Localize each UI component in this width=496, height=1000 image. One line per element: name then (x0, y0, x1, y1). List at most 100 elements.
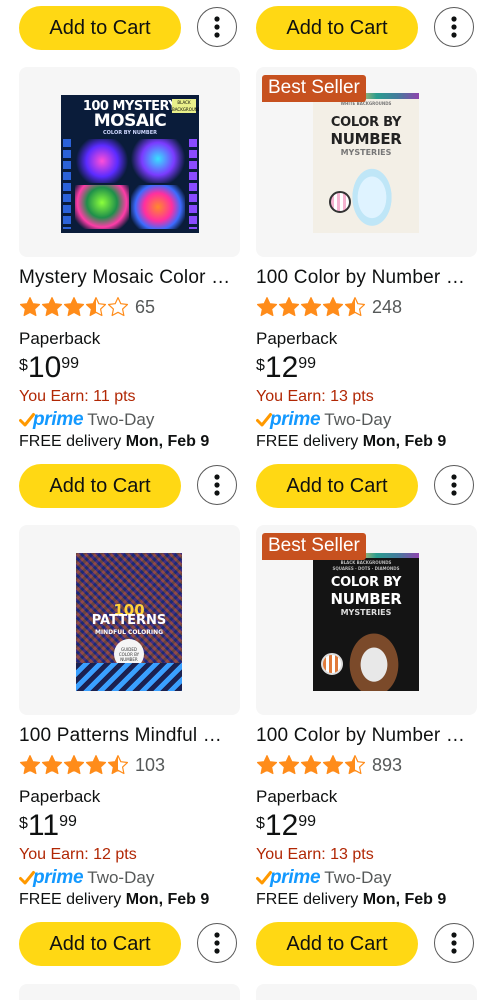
add-to-cart-button[interactable]: Add to Cart (256, 922, 418, 966)
product-title[interactable]: 100 Color by Number … (256, 267, 477, 289)
book-cover-image[interactable]: BLACK BACKGROUNDS SQUARES · DOTS · DIAMON… (313, 553, 419, 691)
star-icon (107, 297, 129, 317)
star-icon (63, 755, 85, 775)
more-options-button[interactable] (434, 923, 474, 963)
star-icon (107, 755, 129, 775)
star-icon (278, 297, 300, 317)
prime-badge: prime Two-Day (19, 867, 154, 889)
next-product-image-left[interactable] (19, 984, 240, 1000)
more-options-button[interactable] (434, 7, 474, 47)
delivery-info: FREE delivery Mon, Feb 9 (19, 433, 209, 451)
star-icon (19, 297, 41, 317)
price-whole: 10 (27, 351, 62, 384)
star-icon (300, 297, 322, 317)
next-product-image-right[interactable] (256, 984, 477, 1000)
product-title[interactable]: 100 Color by Number … (256, 725, 477, 747)
product-price: $12 99 (256, 351, 316, 387)
prime-label: prime (270, 867, 321, 888)
more-options-button[interactable] (434, 465, 474, 505)
price-fraction: 99 (59, 813, 77, 830)
prime-label: prime (33, 867, 84, 888)
price-whole: 12 (264, 351, 299, 384)
star-icon (41, 755, 63, 775)
star-icon (344, 755, 366, 775)
star-icon (85, 755, 107, 775)
star-icon (19, 755, 41, 775)
star-rating[interactable]: 65 (19, 295, 155, 319)
product-actions: Add to Cart (0, 464, 496, 510)
prime-label: prime (270, 409, 321, 430)
product-price: $12 99 (256, 809, 316, 845)
delivery-prefix: FREE delivery (19, 433, 122, 450)
delivery-prefix: FREE delivery (19, 891, 122, 908)
product-price: $11 99 (19, 809, 77, 845)
product-image-container[interactable]: 100 MYSTERY MOSAIC COLOR BY NUMBER BLACK BA… (19, 67, 240, 257)
rating-count[interactable]: 893 (372, 755, 402, 776)
star-icon (322, 297, 344, 317)
star-icon (63, 297, 85, 317)
star-icon (256, 755, 278, 775)
product-image-container[interactable]: Best Seller WHITE BACKGROUNDS COLOR BY NUMB… (256, 67, 477, 257)
product-title[interactable]: Mystery Mosaic Color … (19, 267, 240, 289)
star-rating[interactable]: 893 (256, 753, 402, 777)
price-whole: 11 (27, 809, 60, 842)
rating-count[interactable]: 248 (372, 297, 402, 318)
rating-count[interactable]: 65 (135, 297, 155, 318)
product-title[interactable]: 100 Patterns Mindful … (19, 725, 240, 747)
product-format: Paperback (19, 329, 101, 348)
price-fraction: 99 (298, 813, 317, 830)
delivery-info: FREE delivery Mon, Feb 9 (256, 433, 446, 451)
shipping-speed: Two-Day (324, 868, 392, 887)
product-format: Paperback (256, 329, 338, 348)
price-fraction: 99 (298, 355, 317, 372)
product-price: $10 99 (19, 351, 79, 387)
delivery-date: Mon, Feb 9 (125, 891, 210, 908)
vertical-ellipsis-icon (451, 474, 457, 496)
product-actions: Add to Cart (0, 922, 496, 968)
prime-badge: prime Two-Day (256, 867, 391, 889)
book-cover-image[interactable]: 100 PATTERNS MINDFUL COLORING GUIDED COLOR … (76, 553, 182, 691)
earn-points-text: You Earn: 13 pts (256, 388, 374, 405)
earn-points-text: You Earn: 13 pts (256, 846, 374, 863)
delivery-date: Mon, Feb 9 (362, 433, 447, 450)
star-icon (85, 297, 107, 317)
book-cover-image[interactable]: WHITE BACKGROUNDS COLOR BY NUMBER MYSTERIES (313, 93, 419, 233)
vertical-ellipsis-icon (451, 16, 457, 38)
shipping-speed: Two-Day (324, 410, 392, 429)
product-format: Paperback (19, 787, 101, 806)
star-rating[interactable]: 248 (256, 295, 402, 319)
earn-points-text: You Earn: 12 pts (19, 846, 137, 863)
star-rating[interactable]: 103 (19, 753, 165, 777)
vertical-ellipsis-icon (451, 932, 457, 954)
delivery-prefix: FREE delivery (256, 891, 359, 908)
delivery-info: FREE delivery Mon, Feb 9 (256, 891, 446, 909)
delivery-prefix: FREE delivery (256, 433, 359, 450)
shipping-speed: Two-Day (87, 410, 155, 429)
product-format: Paperback (256, 787, 338, 806)
prime-badge: prime Two-Day (256, 409, 391, 431)
product-image-container[interactable]: 100 PATTERNS MINDFUL COLORING GUIDED COLOR … (19, 525, 240, 715)
add-to-cart-button[interactable]: Add to Cart (256, 6, 418, 50)
price-symbol: $ (19, 357, 28, 374)
product-image-container[interactable]: Best Seller BLACK BACKGROUNDS SQUARES · DO… (256, 525, 477, 715)
best-seller-badge: Best Seller (262, 533, 366, 560)
shipping-speed: Two-Day (87, 868, 155, 887)
star-icon (278, 755, 300, 775)
price-symbol: $ (256, 815, 265, 832)
earn-points-text: You Earn: 11 pts (19, 388, 136, 405)
book-cover-image[interactable]: 100 MYSTERY MOSAIC COLOR BY NUMBER BLACK BA… (61, 95, 199, 233)
add-to-cart-button[interactable]: Add to Cart (256, 464, 418, 508)
price-symbol: $ (256, 357, 265, 374)
star-icon (256, 297, 278, 317)
delivery-info: FREE delivery Mon, Feb 9 (19, 891, 209, 909)
product-actions-top-right: Add to Cart (0, 6, 496, 52)
star-icon (300, 755, 322, 775)
price-symbol: $ (19, 815, 28, 832)
star-icon (322, 755, 344, 775)
rating-count[interactable]: 103 (135, 755, 165, 776)
price-whole: 12 (264, 809, 299, 842)
prime-label: prime (33, 409, 84, 430)
star-icon (41, 297, 63, 317)
price-fraction: 99 (61, 355, 80, 372)
delivery-date: Mon, Feb 9 (125, 433, 210, 450)
